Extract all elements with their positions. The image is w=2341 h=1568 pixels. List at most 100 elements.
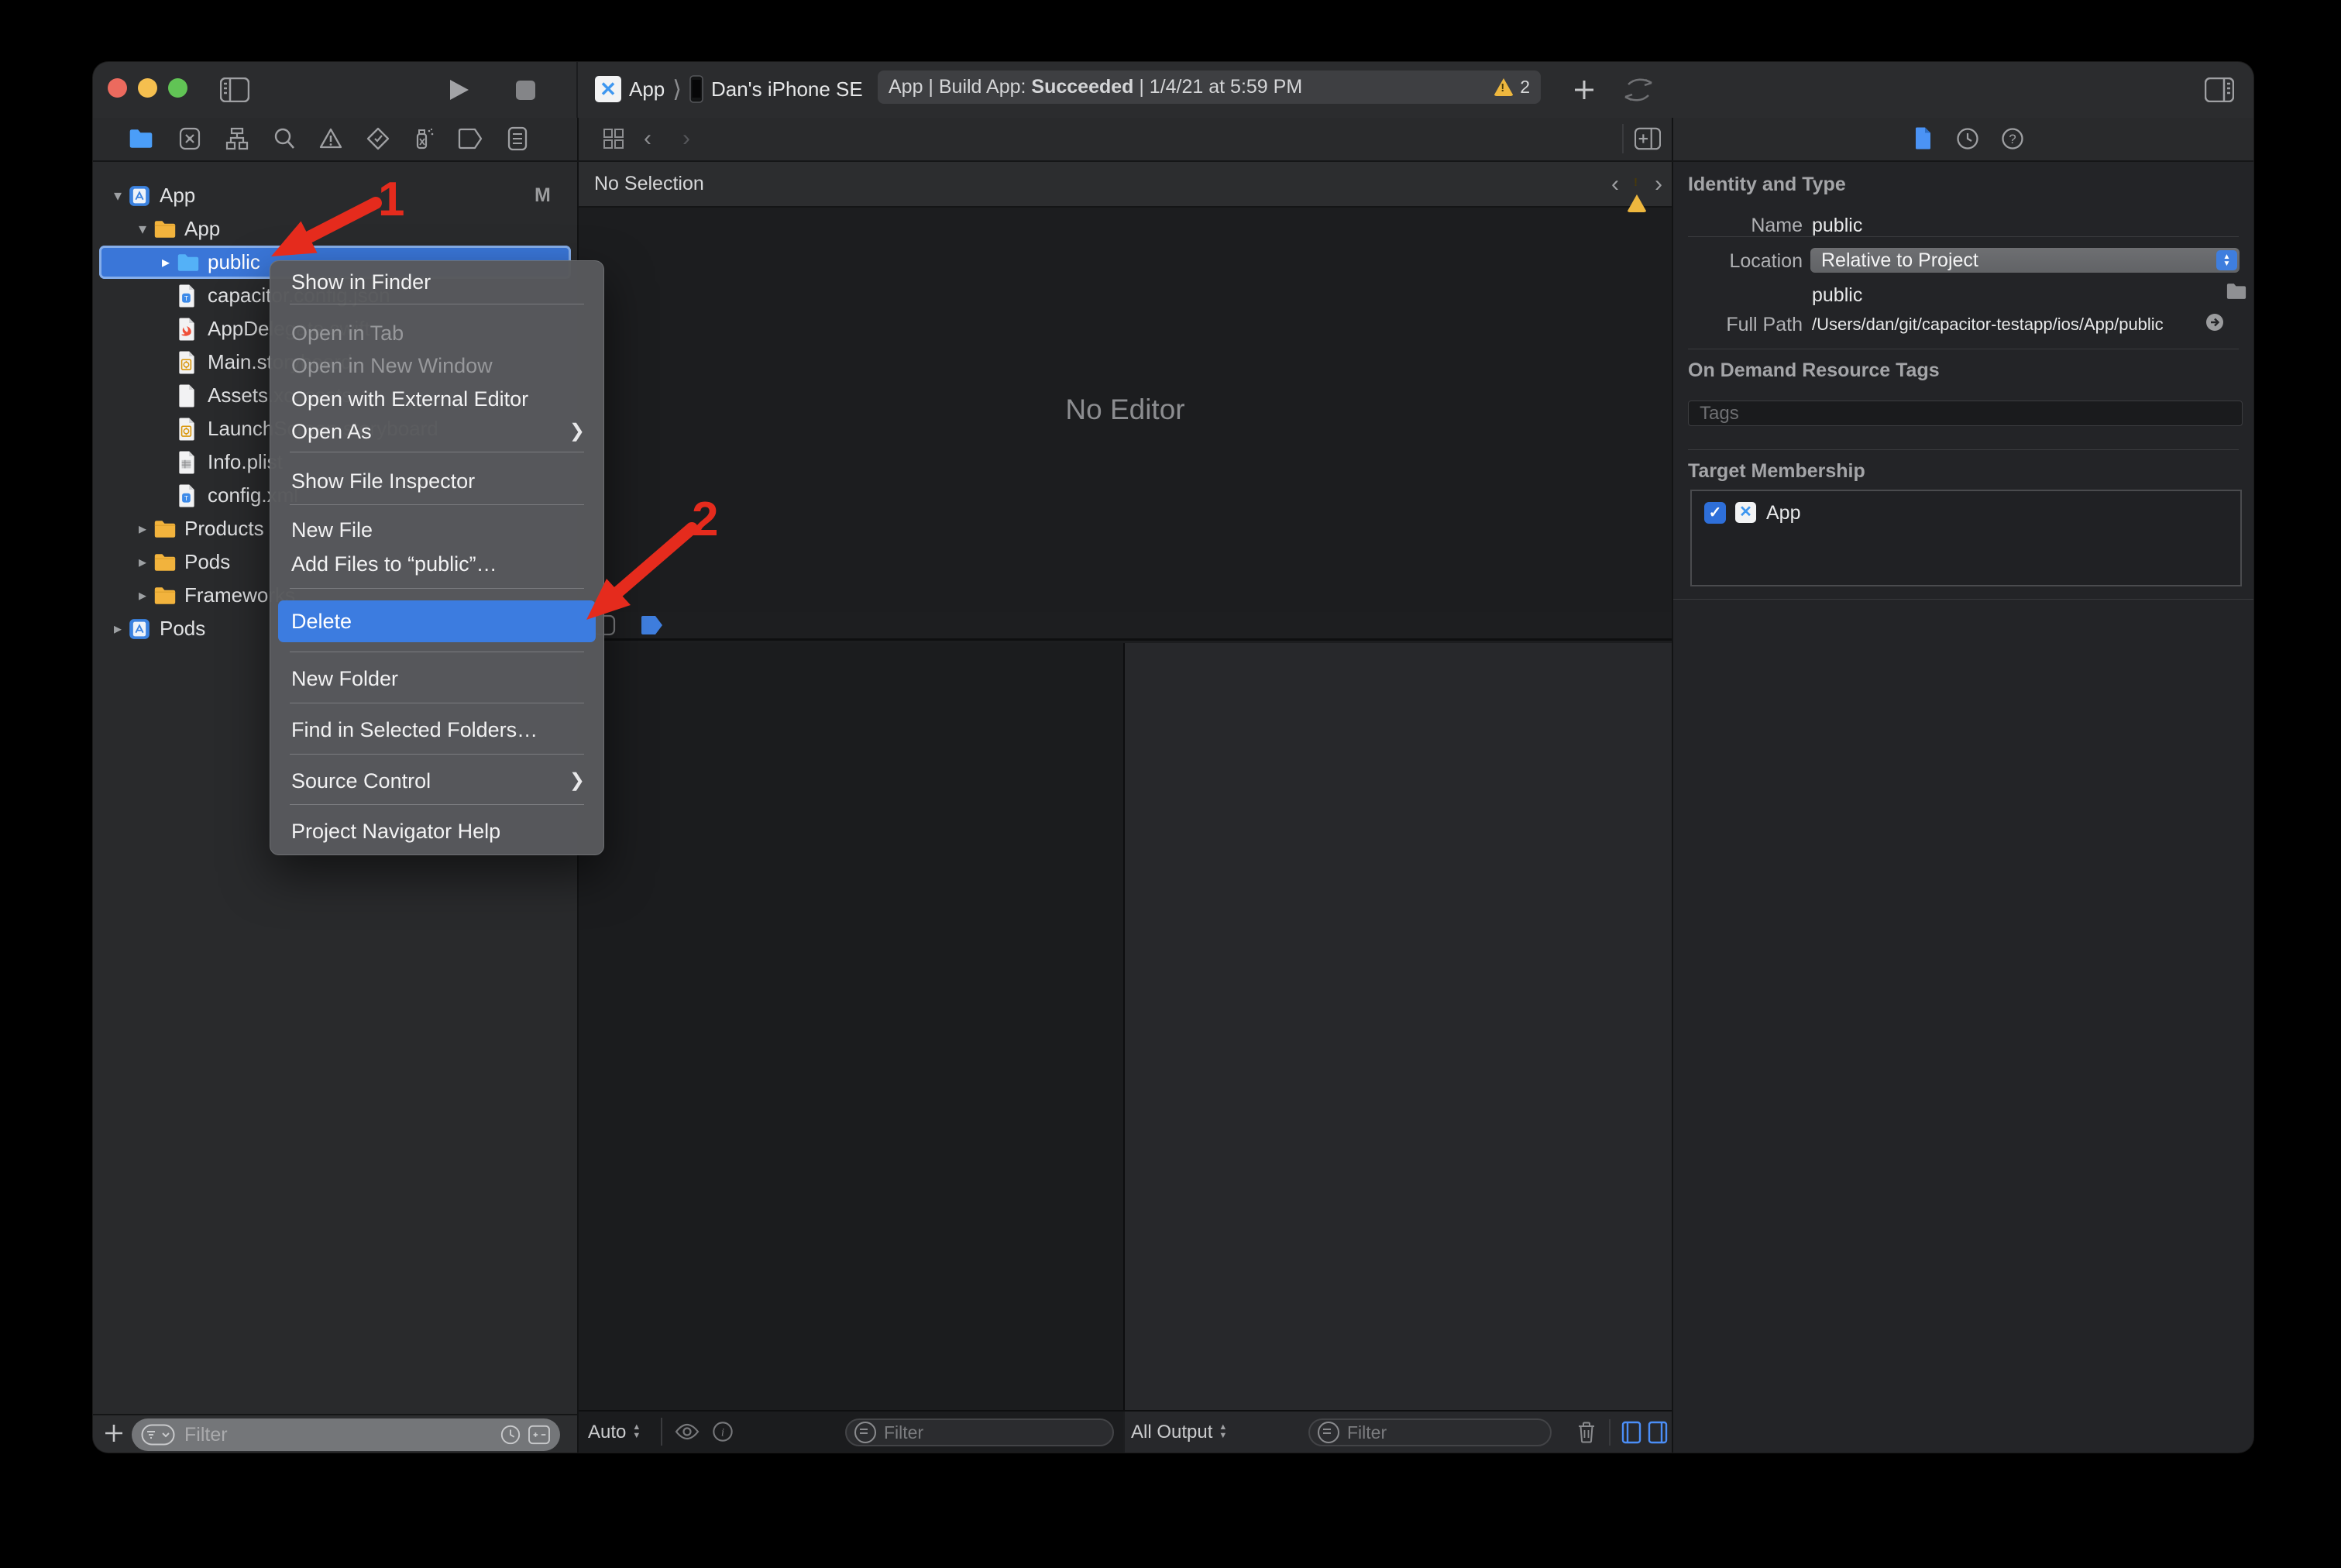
choose-folder-icon[interactable] xyxy=(2226,283,2247,300)
related-items-icon[interactable] xyxy=(600,126,627,152)
find-navigator-tab[interactable] xyxy=(271,126,297,152)
stop-button[interactable] xyxy=(513,77,538,102)
app-scheme-icon: ✕ xyxy=(595,76,621,102)
zoom-window-button[interactable] xyxy=(168,78,187,98)
project-navigator-tab[interactable] xyxy=(128,126,154,152)
add-item-icon[interactable] xyxy=(102,1422,127,1446)
variables-filter-input[interactable] xyxy=(882,1422,1056,1444)
storyboard-file-icon xyxy=(177,418,203,441)
console-filter-input[interactable] xyxy=(1346,1422,1519,1444)
recent-files-clock-icon[interactable] xyxy=(500,1424,521,1446)
quick-help-inspector-tab[interactable]: ? xyxy=(1999,126,2026,152)
menu-item-find-in-selected-folders[interactable]: Find in Selected Folders… xyxy=(270,714,603,746)
location-dropdown[interactable]: Relative to Project ▲▼ xyxy=(1810,248,2240,273)
library-add-button[interactable] xyxy=(1570,77,1598,102)
variables-view[interactable] xyxy=(579,643,1123,1410)
pane-divider[interactable] xyxy=(1123,643,1125,1410)
blue-folder-icon xyxy=(177,251,203,274)
disclosure-open-icon[interactable]: ▾ xyxy=(132,219,153,239)
menu-item-open-as[interactable]: Open As❯ xyxy=(270,415,603,448)
eye-icon[interactable] xyxy=(675,1422,700,1442)
project-icon xyxy=(129,184,155,208)
tree-row-folder-app[interactable]: ▾ App xyxy=(93,212,577,246)
back-chevron-icon[interactable]: ‹ xyxy=(634,126,661,152)
close-window-button[interactable] xyxy=(108,78,127,98)
warning-icon[interactable] xyxy=(1627,173,1647,195)
filter-icon xyxy=(854,1422,876,1443)
name-value[interactable]: public xyxy=(1812,215,1862,237)
toggle-inspector-icon[interactable] xyxy=(2204,77,2235,103)
history-inspector-tab[interactable] xyxy=(1954,126,1981,152)
editor-swap-icon[interactable] xyxy=(1619,77,1658,102)
filter-icon xyxy=(141,1424,175,1446)
disclosure-closed-icon[interactable]: ▸ xyxy=(132,519,153,538)
menu-item-new-folder[interactable]: New Folder xyxy=(270,662,603,695)
minimize-window-button[interactable] xyxy=(138,78,157,98)
console-scope-dropdown[interactable]: All Output▲▼ xyxy=(1131,1422,1227,1443)
report-navigator-tab[interactable] xyxy=(504,126,531,152)
target-app-label: App xyxy=(1766,502,1800,524)
location-value: Relative to Project xyxy=(1821,249,1978,272)
menu-item-open-in-new-window: Open in New Window xyxy=(270,349,603,382)
disclosure-closed-icon[interactable]: ▸ xyxy=(155,253,177,272)
editor-bar-divider xyxy=(1622,124,1624,153)
menu-item-source-control[interactable]: Source Control❯ xyxy=(270,765,603,797)
open-path-arrow-icon[interactable] xyxy=(2205,312,2225,332)
tree-label: public xyxy=(208,250,260,274)
disclosure-open-icon[interactable]: ▾ xyxy=(107,186,129,205)
test-navigator-tab[interactable] xyxy=(365,126,391,152)
scheme-name: App xyxy=(629,77,665,101)
debug-navigator-tab[interactable] xyxy=(410,126,436,152)
show-console-toggle-icon[interactable] xyxy=(1648,1421,1668,1444)
target-checkbox-checked[interactable]: ✓ xyxy=(1704,502,1726,524)
jump-bar[interactable]: No Selection ‹ › xyxy=(579,162,1672,208)
show-variables-view-toggle-icon[interactable] xyxy=(1621,1421,1641,1444)
menu-item-add-files[interactable]: Add Files to “public”… xyxy=(270,548,603,580)
breakpoint-navigator-tab[interactable] xyxy=(457,126,483,152)
tree-row-project-app[interactable]: ▾ App M xyxy=(93,179,577,212)
disclosure-closed-icon[interactable]: ▸ xyxy=(132,586,153,605)
folder-icon xyxy=(153,584,180,607)
console-bar: All Output▲▼ xyxy=(1125,1412,1672,1453)
tags-field[interactable] xyxy=(1688,401,2243,426)
previous-issue-icon[interactable]: ‹ xyxy=(1611,171,1619,198)
source-control-navigator-tab[interactable] xyxy=(177,126,203,152)
menu-item-project-navigator-help[interactable]: Project Navigator Help xyxy=(270,815,603,848)
folder-icon xyxy=(153,518,180,541)
menu-item-show-file-inspector[interactable]: Show File Inspector xyxy=(270,465,603,497)
tags-input[interactable] xyxy=(1698,402,2233,425)
tree-label: Pods xyxy=(160,617,205,641)
inspector-panel: Identity and Type Name public Location R… xyxy=(1672,162,2253,1453)
menu-item-new-file[interactable]: New File xyxy=(270,514,603,546)
activity-status[interactable]: App | Build App: Succeeded | 1/4/21 at 5… xyxy=(878,70,1541,104)
folder-icon xyxy=(153,551,180,574)
disclosure-closed-icon[interactable]: ▸ xyxy=(107,619,129,638)
run-button[interactable] xyxy=(445,76,473,104)
source-control-status-filter-icon[interactable] xyxy=(528,1425,551,1445)
plain-file-icon xyxy=(177,384,203,407)
file-inspector-tab[interactable] xyxy=(1910,126,1936,152)
variables-filter-field[interactable] xyxy=(845,1418,1114,1446)
issue-navigator-tab[interactable] xyxy=(318,126,344,152)
variables-scope-dropdown[interactable]: Auto▲▼ xyxy=(588,1422,641,1443)
console-filter-field[interactable] xyxy=(1308,1418,1552,1446)
trash-icon[interactable] xyxy=(1576,1420,1597,1445)
scheme-selector[interactable]: ✕ App ⟩ Dan's iPhone SE xyxy=(595,75,863,103)
no-editor-placeholder: No Editor xyxy=(579,208,1672,612)
navigator-filter-input[interactable] xyxy=(183,1423,465,1447)
forward-chevron-icon[interactable]: › xyxy=(673,126,700,152)
info-icon[interactable]: i xyxy=(712,1421,734,1442)
navigator-filter-field[interactable] xyxy=(132,1418,560,1451)
symbol-navigator-tab[interactable] xyxy=(224,126,250,152)
breakpoints-enabled-flag-icon[interactable] xyxy=(639,614,664,636)
menu-item-open-with-external-editor[interactable]: Open with External Editor xyxy=(270,383,603,415)
console-view[interactable] xyxy=(1125,643,1672,1410)
editor-area: No Selection ‹ › No Editor xyxy=(577,162,1672,1453)
menu-item-delete-highlighted[interactable]: Delete xyxy=(278,600,596,642)
next-issue-icon[interactable]: › xyxy=(1655,171,1662,198)
toggle-navigator-icon[interactable] xyxy=(219,77,250,103)
debug-panes xyxy=(579,643,1672,1410)
menu-item-show-in-finder[interactable]: Show in Finder xyxy=(270,266,603,298)
disclosure-closed-icon[interactable]: ▸ xyxy=(132,552,153,572)
add-editor-icon[interactable] xyxy=(1635,126,1661,152)
